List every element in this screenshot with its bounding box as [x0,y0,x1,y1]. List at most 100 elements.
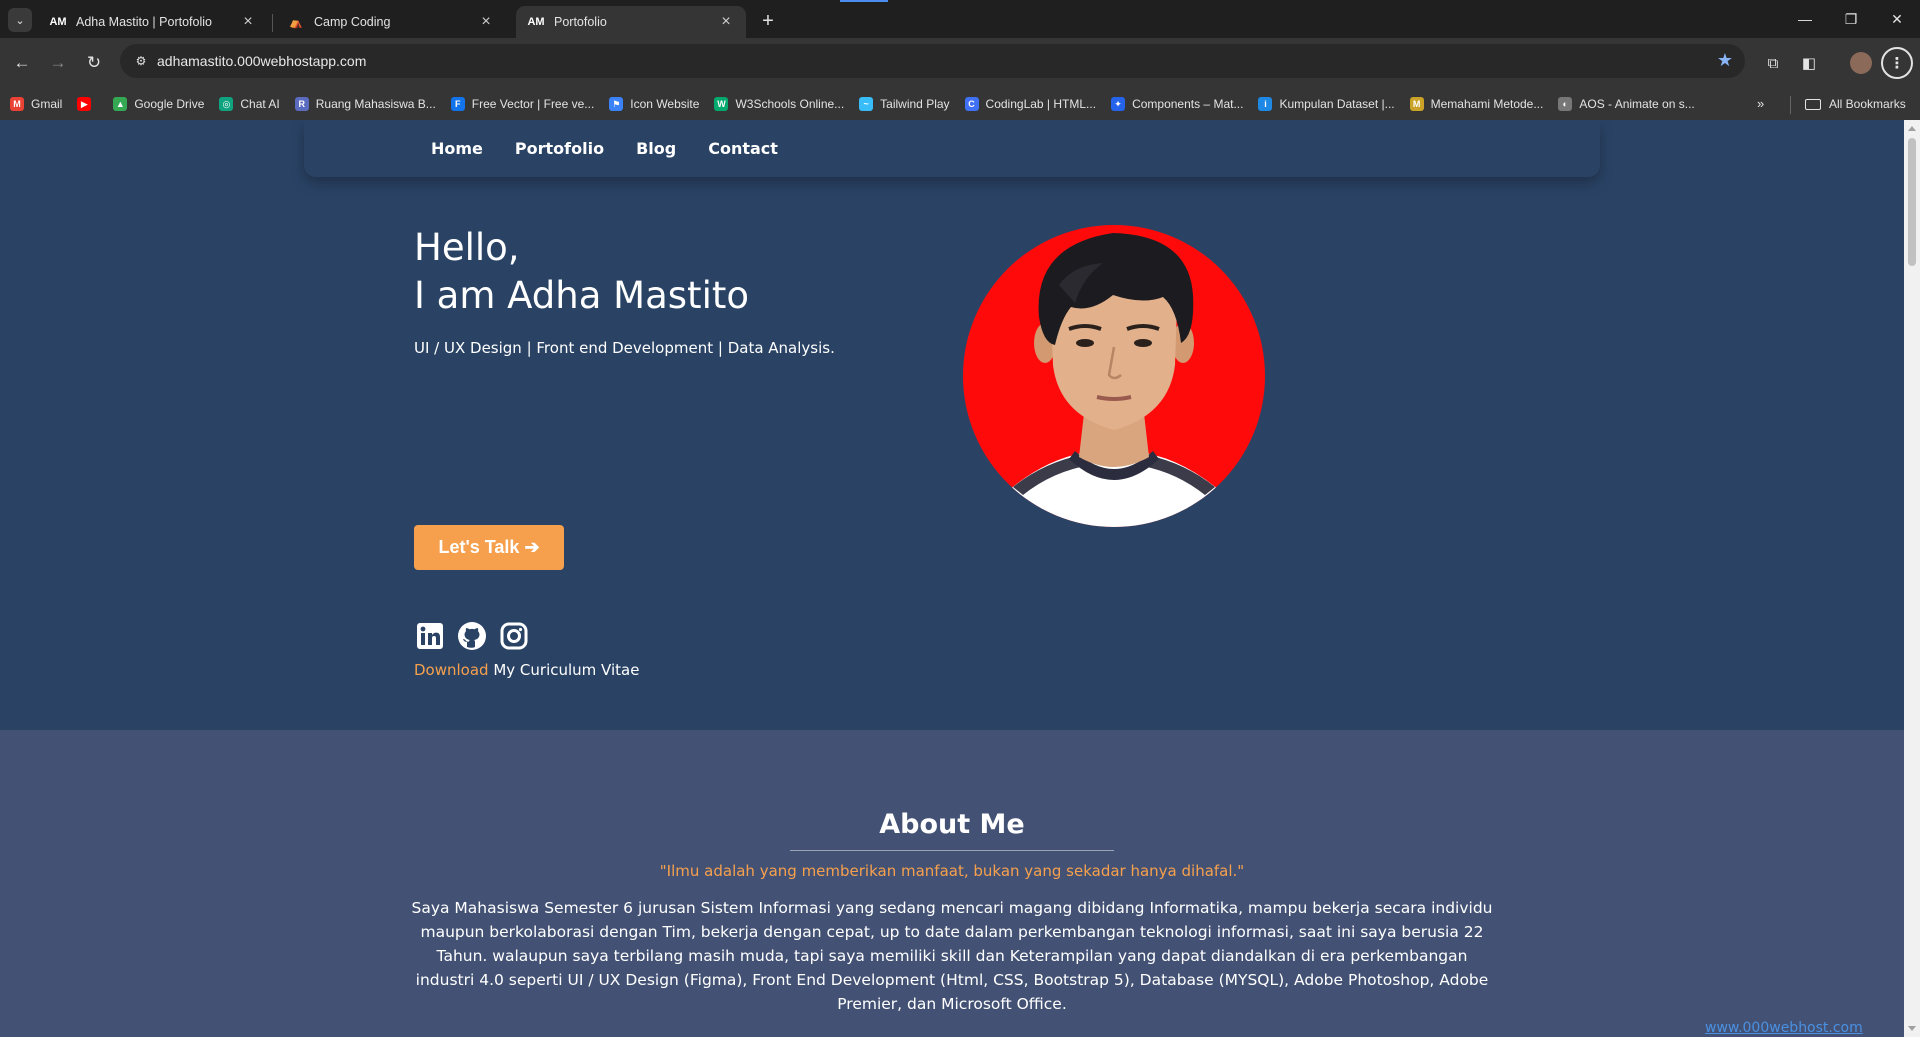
bookmark-label: Google Drive [134,97,205,111]
profile-photo [963,225,1265,527]
minimize-button[interactable]: — [1782,0,1828,38]
tab-title: Portofolio [554,15,607,29]
close-icon[interactable]: × [718,13,734,31]
hero-roles: UI / UX Design | Front end Development |… [414,339,835,357]
scroll-down-arrow[interactable] [1908,1026,1916,1031]
bookmark-label: Free Vector | Free ve... [471,97,595,111]
bookmark-favicon-icon: ⚑ [609,97,624,111]
bookmark-label: Ruang Mahasiswa B... [315,97,436,111]
nav-blog[interactable]: Blog [636,139,676,158]
bookmark-favicon-icon: F [450,97,465,111]
bookmark-item[interactable]: M Gmail [10,97,62,111]
about-title: About Me [879,809,1025,840]
bookmarks-separator [1790,96,1791,114]
back-button[interactable]: ← [8,49,36,77]
am-logo-icon: AM [49,16,67,28]
instagram-icon[interactable] [498,620,530,652]
page-scrollbar[interactable] [1904,120,1920,1037]
url-text[interactable]: adhamastito.000webhostapp.com [157,53,366,69]
bookmark-favicon-icon: ~ [859,97,874,111]
page-viewport: Home Portofolio Blog Contact Hello, I am… [0,120,1904,1037]
social-links [414,620,530,652]
address-bar[interactable]: ⚙ adhamastito.000webhostapp.com ★ [120,44,1745,78]
github-icon[interactable] [456,620,488,652]
camp-icon: ⛺ [289,16,303,29]
browser-menu-button[interactable]: ⋮ [1881,47,1913,79]
bookmark-label: Components – Mat... [1132,97,1244,111]
all-bookmarks-button[interactable]: All Bookmarks [1805,88,1906,120]
nav-home[interactable]: Home [431,139,483,158]
new-tab-button[interactable]: + [755,8,781,34]
scroll-up-arrow[interactable] [1908,126,1916,131]
bookmark-favicon-icon: i [1258,97,1273,111]
linkedin-icon[interactable] [414,620,446,652]
bookmark-item[interactable]: ✦ Components – Mat... [1111,97,1243,111]
cv-label: My Curiculum Vitae [488,661,640,679]
about-divider [790,850,1114,851]
about-description: Saya Mahasiswa Semester 6 jurusan Sistem… [411,899,1493,1013]
tab-search-button[interactable]: ⌄ [8,8,32,32]
greeting-line-1: Hello, [414,226,520,269]
bookmark-item[interactable]: M Memahami Metode... [1409,97,1544,111]
bookmark-item[interactable]: ▶ [77,97,98,111]
am-logo-icon: AM [527,16,545,28]
profile-button[interactable] [1847,49,1875,77]
bookmark-item[interactable]: C CodingLab | HTML... [964,97,1096,111]
nav-contact[interactable]: Contact [708,139,778,158]
bookmark-item[interactable]: ◎ Chat AI [219,97,280,111]
bookmarks-bar: M Gmail ▶ ▲ Google Drive ◎ Chat AI R Ruang Mahas… [0,88,1920,120]
bookmark-item[interactable]: ▲ Google Drive [113,97,204,111]
bookmark-item[interactable]: i Kumpulan Dataset |... [1258,97,1395,111]
hero-greeting: Hello, I am Adha Mastito [414,224,749,320]
lets-talk-button[interactable]: Let's Talk ➔ [414,525,564,570]
close-icon[interactable]: × [478,13,494,31]
close-icon[interactable]: × [240,13,256,31]
bookmark-label: Kumpulan Dataset |... [1279,97,1395,111]
bookmark-item[interactable]: W W3Schools Online... [714,97,844,111]
restore-button[interactable]: ❐ [1828,0,1874,38]
bookmark-favicon-icon: C [964,97,979,111]
side-panel-icon[interactable]: ◧ [1795,49,1823,77]
bookmark-label: Icon Website [630,97,700,111]
bookmark-label: AOS - Animate on s... [1579,97,1695,111]
tab-strip: ⌄ AM Adha Mastito | Portofolio × ⛺ Camp … [0,0,1920,38]
nav-portofolio[interactable]: Portofolio [515,139,604,158]
bookmark-label: Chat AI [240,97,280,111]
tab-camp-coding[interactable]: ⛺ Camp Coding × [276,6,506,38]
tab-title: Adha Mastito | Portofolio [76,15,212,29]
bookmark-favicon-icon: R [294,97,309,111]
bookmark-favicon-icon: ◐ [1558,97,1573,111]
bookmark-star-icon[interactable]: ★ [1717,50,1733,71]
bookmark-favicon-icon: ▶ [77,97,92,111]
download-cv-link[interactable]: Download [414,661,489,679]
tab-portofolio[interactable]: AM Portofolio × [516,6,746,38]
bookmark-item[interactable]: ◐ AOS - Animate on s... [1558,97,1695,111]
bookmark-label: Memahami Metode... [1430,97,1544,111]
bookmark-item[interactable]: ⚑ Icon Website [609,97,699,111]
extensions-icon[interactable]: ⧉ [1759,49,1787,77]
tab-title: Camp Coding [314,15,391,29]
folder-icon [1805,98,1821,110]
about-quote: "Ilmu adalah yang memberikan manfaat, bu… [659,862,1245,880]
bookmark-favicon-icon: ▲ [113,97,128,111]
bookmark-favicon-icon: M [10,97,24,111]
forward-button[interactable]: → [44,49,72,77]
greeting-line-2: I am Adha Mastito [414,274,749,317]
bookmark-item[interactable]: F Free Vector | Free ve... [450,97,595,111]
bookmark-label: Tailwind Play [880,97,950,111]
bookmarks-overflow-button[interactable]: » [1757,96,1764,111]
bookmark-favicon-icon: ✦ [1111,97,1126,111]
cv-download-line: Download My Curiculum Vitae [414,661,639,679]
bookmark-label: W3Schools Online... [735,97,845,111]
bookmark-favicon-icon: ◎ [219,97,234,111]
scrollbar-thumb[interactable] [1908,138,1916,266]
bookmark-item[interactable]: R Ruang Mahasiswa B... [294,97,436,111]
bookmark-favicon-icon: W [714,97,729,111]
bookmark-item[interactable]: ~ Tailwind Play [859,97,950,111]
reload-button[interactable]: ↻ [80,49,108,77]
window-close-button[interactable]: ✕ [1874,0,1920,38]
tab-adha-mastito[interactable]: AM Adha Mastito | Portofolio × [38,6,268,38]
site-info-icon[interactable]: ⚙ [132,52,150,70]
webhost-badge-link[interactable]: www.000webhost.com [1705,1020,1863,1036]
avatar [1850,52,1872,74]
